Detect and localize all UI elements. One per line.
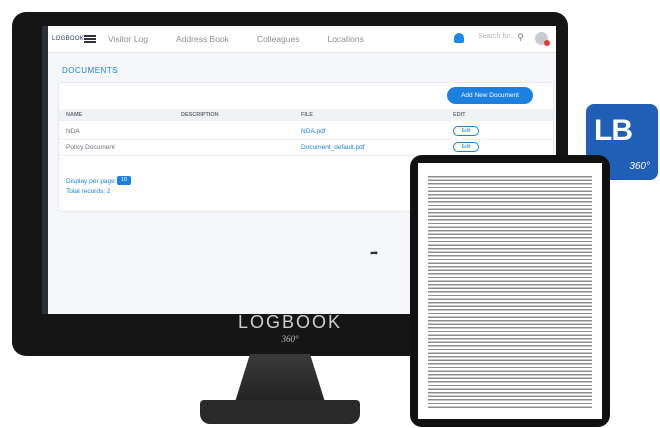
column-file[interactable]: FILE	[301, 112, 313, 118]
nav-locations[interactable]: Locations	[327, 34, 363, 44]
bell-icon[interactable]	[454, 33, 464, 43]
nav-visitor-log[interactable]: Visitor Log	[108, 34, 148, 44]
table-row: Policy Document Document_default.pdf Edi…	[59, 140, 553, 156]
add-document-button[interactable]: Add New Document	[447, 87, 533, 104]
column-name[interactable]: NAME	[66, 112, 82, 118]
notification-dot	[544, 40, 550, 46]
mouse-cursor-icon: ➦	[370, 248, 379, 259]
per-page-select[interactable]: 10	[117, 176, 131, 185]
menu-icon[interactable]	[84, 35, 96, 43]
badge-sub: 360°	[629, 161, 650, 172]
monitor-stand-neck	[235, 354, 325, 402]
document-name: NDA	[66, 128, 80, 135]
top-navbar: LOGBOOK Visitor Log Address Book Colleag…	[48, 26, 556, 53]
table-header: NAME DESCRIPTION FILE EDIT	[59, 109, 553, 121]
document-file-link[interactable]: Document_default.pdf	[301, 144, 365, 151]
table-row: NDA NDA.pdf Edit	[59, 124, 553, 140]
column-description[interactable]: DESCRIPTION	[181, 112, 219, 118]
per-page-label: Display per page:	[66, 178, 117, 185]
search-input[interactable]: Search for...	[478, 33, 516, 40]
sidebar	[42, 26, 48, 314]
badge-mark: LB	[594, 114, 633, 147]
edit-button[interactable]: Edit	[453, 126, 479, 136]
nav-address-book[interactable]: Address Book	[176, 34, 229, 44]
document-name: Policy Document	[66, 144, 115, 151]
document-preview	[418, 163, 602, 419]
tablet	[410, 155, 610, 427]
document-text-lines	[428, 175, 592, 409]
app-logo[interactable]: LOGBOOK	[48, 36, 84, 42]
page-title: DOCUMENTS	[62, 66, 119, 75]
edit-button[interactable]: Edit	[453, 142, 479, 152]
avatar[interactable]	[535, 32, 550, 46]
monitor-stand-base	[200, 400, 360, 424]
search-icon[interactable]: ⚲	[517, 32, 524, 43]
total-records: Total records: 2	[66, 188, 111, 195]
nav-colleagues[interactable]: Colleagues	[257, 34, 300, 44]
document-file-link[interactable]: NDA.pdf	[301, 128, 326, 135]
column-edit: EDIT	[453, 112, 466, 118]
